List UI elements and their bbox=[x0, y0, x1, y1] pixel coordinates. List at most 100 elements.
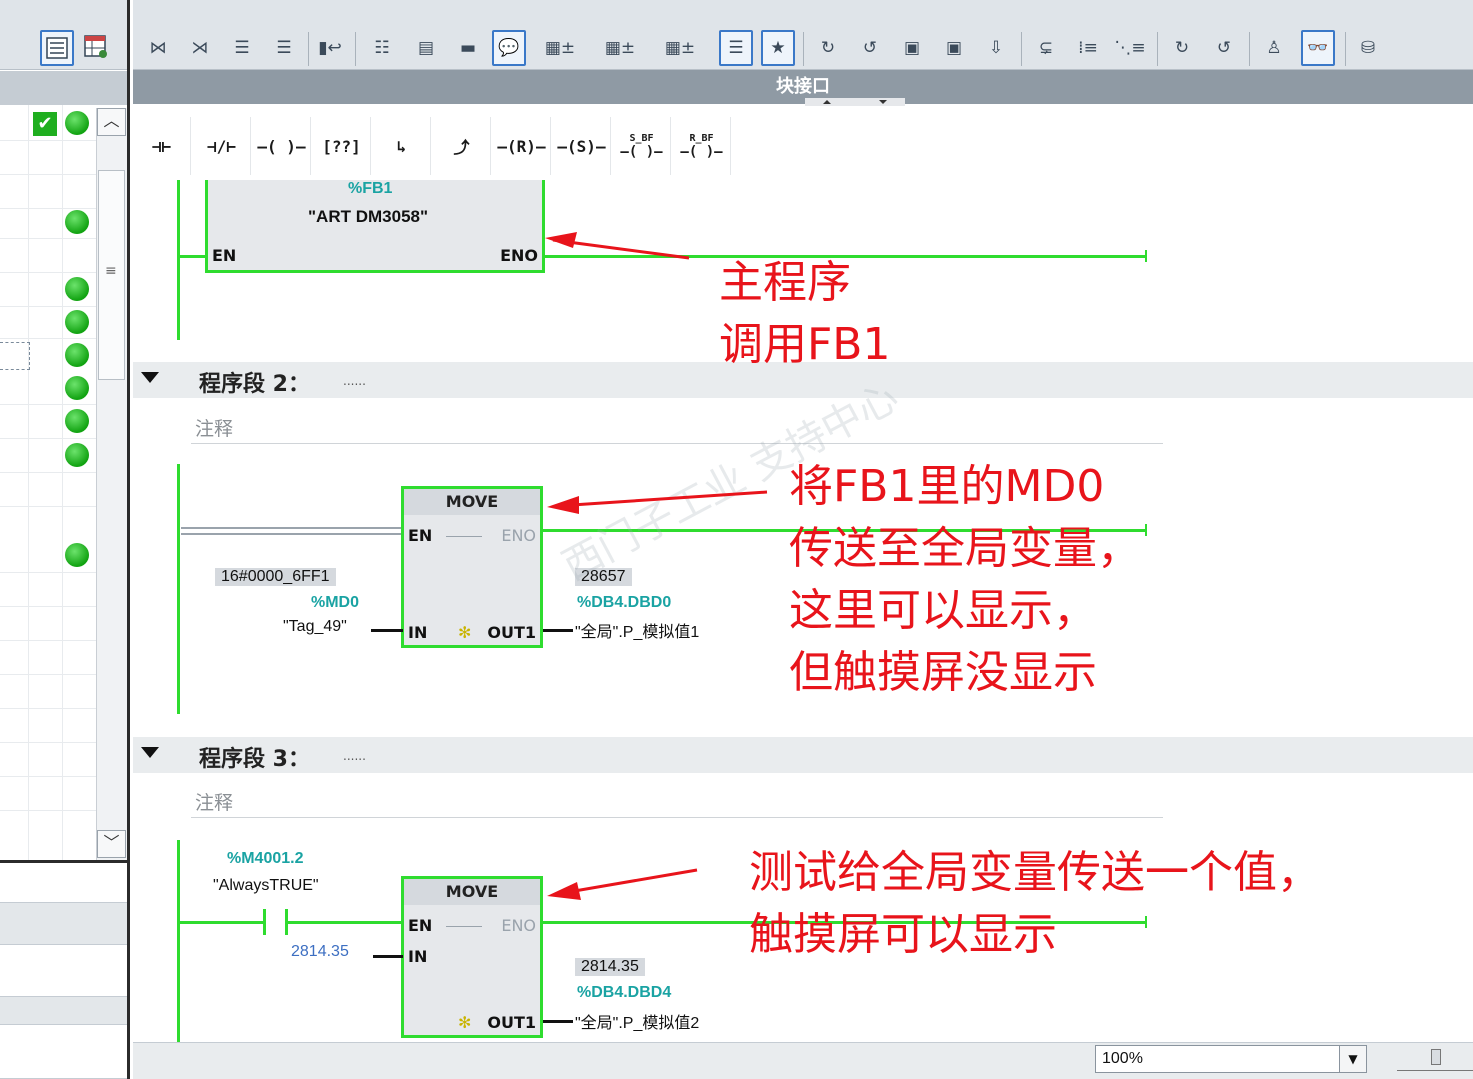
network-2-comment[interactable]: 注释 bbox=[191, 408, 1163, 444]
zoom-input[interactable]: 100% bbox=[1095, 1045, 1343, 1073]
close-branch-button[interactable]: ⤴ bbox=[433, 117, 491, 175]
move-block-3[interactable]: MOVE EN ENO IN ✻ OUT1 bbox=[401, 876, 543, 1038]
network-append-row-icon[interactable]: ☰ bbox=[267, 30, 301, 66]
eno-pin: ENO bbox=[500, 246, 538, 265]
previous-error-icon[interactable]: ▣ bbox=[895, 30, 929, 66]
toggle-monitoring-icon[interactable]: ⊊ bbox=[1029, 30, 1063, 66]
force-icon[interactable]: ⁞≡ bbox=[1071, 30, 1105, 66]
operand-info-icon[interactable]: ▦± bbox=[655, 30, 705, 66]
scroll-up-button[interactable]: ︿ bbox=[97, 108, 126, 136]
zoom-dropdown-button[interactable]: ▼ bbox=[1339, 1045, 1367, 1073]
in-constant[interactable]: 2814.35 bbox=[291, 943, 349, 961]
out-tag[interactable]: "全局".P_模拟值1 bbox=[575, 618, 699, 642]
contact-tag[interactable]: "AlwaysTRUE" bbox=[213, 877, 319, 895]
monitor-icon[interactable]: ⇩ bbox=[979, 30, 1013, 66]
in-pin: IN bbox=[408, 623, 428, 642]
grid-line bbox=[0, 472, 96, 473]
annotation-md0-transfer: 将FB1里的MD0 传送至全局变量， 这里可以显示， 但触摸屏没显示 bbox=[789, 456, 1141, 704]
annotation-line: 调用FB1 bbox=[719, 319, 891, 370]
simulation-icon[interactable]: ↻ bbox=[1165, 30, 1199, 66]
network-3-header[interactable]: 程序段 3： ...... bbox=[133, 737, 1473, 773]
fb1-name: "ART DM3058" bbox=[308, 207, 429, 226]
move-block-2[interactable]: MOVE EN ENO IN ✻ OUT1 bbox=[401, 486, 543, 648]
coil-icon: –( )– bbox=[680, 143, 723, 160]
collapse-arrow-icon[interactable] bbox=[141, 747, 159, 758]
coil-icon: –( )– bbox=[620, 143, 663, 160]
contact-address: %M4001.2 bbox=[227, 850, 304, 867]
move-title: MOVE bbox=[404, 489, 540, 515]
reset-bit-field-button[interactable]: R_BF –( )– bbox=[673, 117, 731, 175]
list-view-icon bbox=[46, 37, 68, 59]
empty-box-button[interactable]: [??] bbox=[313, 117, 371, 175]
close-all-networks-icon[interactable]: ▤ bbox=[409, 30, 443, 66]
selected-row[interactable] bbox=[0, 342, 30, 370]
contact-left-bar[interactable] bbox=[263, 909, 266, 935]
comment-text: 注释 bbox=[195, 418, 234, 440]
tag-info-icon[interactable]: ☰ bbox=[719, 30, 753, 66]
in-constant-text: 2814.35 bbox=[291, 943, 349, 960]
no-contact-button[interactable]: ⊣⊢ bbox=[133, 117, 191, 175]
annotation-line: 传送至全局变量， bbox=[789, 523, 1141, 574]
glasses-monitor-icon[interactable]: 👓 bbox=[1301, 30, 1335, 66]
symbolic-operand-icon[interactable]: ▦± bbox=[595, 30, 645, 66]
fb1-block[interactable]: %FB1 "ART DM3058" EN ENO bbox=[205, 180, 545, 273]
status-ok-icon bbox=[65, 111, 89, 135]
reset-coil-button[interactable]: –(R)– bbox=[493, 117, 551, 175]
network-2-title-placeholder: ...... bbox=[343, 374, 366, 388]
left-bottom-section bbox=[0, 1025, 127, 1079]
network-insert-row-icon[interactable]: ☰ bbox=[225, 30, 259, 66]
network-2-title: 程序段 2： bbox=[199, 372, 310, 397]
next-error-icon[interactable]: ↺ bbox=[853, 30, 887, 66]
network-3-title: 程序段 3： bbox=[199, 747, 310, 772]
database-icon[interactable]: ⛁ bbox=[1351, 30, 1385, 66]
collapse-arrow-icon[interactable] bbox=[141, 372, 159, 383]
toggle-comment-icon[interactable]: 💬 bbox=[492, 30, 526, 66]
go-to-error-icon[interactable]: ↻ bbox=[811, 30, 845, 66]
out-pin: OUT1 bbox=[487, 623, 536, 642]
out-tag[interactable]: "全局".P_模拟值2 bbox=[575, 1009, 699, 1033]
vertical-scrollbar[interactable]: ︿ ≡ ﹀ bbox=[96, 108, 127, 860]
in-tag-text: "Tag_49" bbox=[283, 618, 347, 635]
sparkle-icon: ✻ bbox=[458, 1013, 472, 1032]
set-coil-button[interactable]: –(S)– bbox=[553, 117, 611, 175]
download-icon[interactable]: ▣ bbox=[937, 30, 971, 66]
annotation-test-value: 测试给全局变量传送一个值， 触摸屏可以显示 bbox=[749, 842, 1321, 966]
zoom-slider[interactable] bbox=[1397, 1049, 1473, 1071]
scroll-down-button[interactable]: ﹀ bbox=[97, 830, 126, 858]
arrow-icon bbox=[547, 868, 698, 900]
splitter-handle-icon[interactable] bbox=[805, 98, 905, 106]
open-all-networks-icon[interactable]: ☷ bbox=[365, 30, 399, 66]
grid-line bbox=[0, 306, 96, 307]
block-compare-icon[interactable]: ⋱≡ bbox=[1113, 30, 1147, 66]
network-insert-icon[interactable]: ⋈ bbox=[141, 30, 175, 66]
wire bbox=[177, 255, 207, 258]
absolute-operand-icon[interactable]: ▦± bbox=[535, 30, 585, 66]
show-favorites-icon[interactable]: ★ bbox=[761, 30, 795, 66]
in-address: %MD0 bbox=[311, 594, 360, 611]
toolbar-separator bbox=[1157, 32, 1158, 66]
network-delete-icon[interactable]: ⋊ bbox=[183, 30, 217, 66]
set-bit-field-button[interactable]: S_BF –( )– bbox=[613, 117, 671, 175]
compile-icon[interactable]: ▮↩ bbox=[313, 30, 347, 66]
in-tag[interactable]: "Tag_49" bbox=[283, 618, 347, 636]
network-comment-icon[interactable]: ▬ bbox=[451, 30, 485, 66]
grid-line bbox=[0, 272, 96, 273]
grid-line bbox=[0, 776, 96, 777]
grid-line bbox=[0, 606, 96, 607]
status-ok-icon bbox=[65, 277, 89, 301]
network-3-comment[interactable]: 注释 bbox=[191, 782, 1163, 818]
wire bbox=[543, 629, 573, 632]
nc-contact-button[interactable]: ⊣/⊢ bbox=[193, 117, 251, 175]
user-icon[interactable]: ♙ bbox=[1257, 30, 1291, 66]
ladder-editor[interactable]: %FB1 "ART DM3058" EN ENO 程序段 2： ...... 注… bbox=[133, 180, 1473, 1042]
grip-icon: ≡ bbox=[105, 263, 117, 279]
move-title: MOVE bbox=[404, 879, 540, 905]
details-view-button[interactable] bbox=[40, 30, 74, 66]
table-view-button[interactable] bbox=[80, 30, 114, 66]
zoom-slider-thumb[interactable] bbox=[1431, 1049, 1441, 1065]
open-branch-button[interactable]: ↳ bbox=[373, 117, 431, 175]
online-icon[interactable]: ↺ bbox=[1207, 30, 1241, 66]
out-tag-text: "全局".P_模拟值2 bbox=[575, 1015, 700, 1032]
coil-button[interactable]: –( )– bbox=[253, 117, 311, 175]
block-interface-bar[interactable]: 块接口 bbox=[133, 70, 1473, 106]
